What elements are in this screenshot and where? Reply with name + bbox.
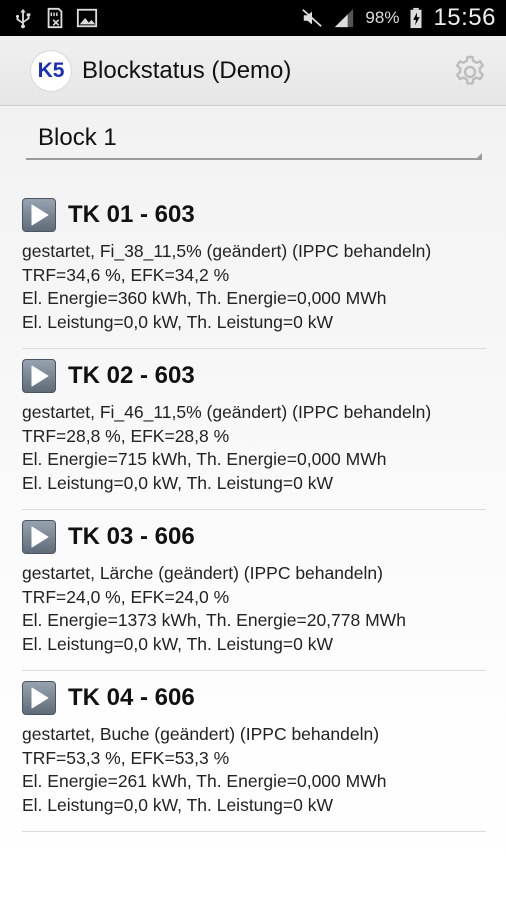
block-header: TK 04 - 606 (22, 681, 195, 715)
block-power-line: El. Leistung=0,0 kW, Th. Leistung=0 kW (22, 311, 333, 332)
block-status-line: gestartet, Fi_46_11,5% (geändert) (IPPC … (22, 402, 432, 422)
list-item[interactable]: TK 03 - 606 gestartet, Lärche (geändert)… (22, 510, 486, 671)
block-header: TK 01 - 603 (22, 198, 195, 232)
usb-icon (12, 7, 34, 29)
block-power-line: El. Leistung=0,0 kW, Th. Leistung=0 kW (22, 472, 333, 493)
block-energy-line: El. Energie=360 kWh, Th. Energie=0,000 M… (22, 288, 387, 308)
block-details: gestartet, Fi_46_11,5% (geändert) (IPPC … (22, 401, 431, 495)
block-details: gestartet, Fi_38_11,5% (geändert) (IPPC … (22, 240, 431, 334)
signal-icon (333, 7, 355, 29)
block-status-line: gestartet, Fi_38_11,5% (geändert) (IPPC … (22, 241, 432, 261)
battery-percentage: 98% (365, 8, 400, 27)
battery-charging-icon (409, 7, 423, 29)
gear-icon (452, 53, 488, 89)
block-power-line: El. Leistung=0,0 kW, Th. Leistung=0 kW (22, 633, 333, 654)
sd-card-icon (44, 7, 66, 29)
play-icon[interactable] (22, 520, 56, 554)
status-bar: 98% 15:56 (0, 0, 506, 36)
block-details: gestartet, Lärche (geändert) (IPPC behan… (22, 562, 406, 656)
dropdown-indicator-icon (475, 153, 482, 160)
main-content: Block 1 TK 01 - 603 gestartet, Fi_38_11,… (0, 106, 506, 900)
block-title: TK 03 - 606 (68, 523, 195, 550)
block-trf-line: TRF=28,8 %, EFK=28,8 % (22, 425, 230, 446)
block-trf-line: TRF=34,6 %, EFK=34,2 % (22, 264, 230, 285)
list-item[interactable]: TK 02 - 603 gestartet, Fi_46_11,5% (geän… (22, 349, 486, 510)
image-icon (76, 7, 98, 29)
block-select-dropdown[interactable]: Block 1 (26, 120, 482, 160)
block-power-line: El. Leistung=0,0 kW, Th. Leistung=0 kW (22, 794, 333, 815)
play-icon[interactable] (22, 198, 56, 232)
block-status-line: gestartet, Buche (geändert) (IPPC behand… (22, 724, 380, 744)
block-header: TK 02 - 603 (22, 359, 195, 393)
status-bar-notifications (12, 7, 98, 29)
block-title: TK 04 - 606 (68, 684, 195, 711)
block-trf-line: TRF=53,3 %, EFK=53,3 % (22, 747, 230, 768)
clock: 15:56 (433, 4, 496, 31)
block-title: TK 01 - 603 (68, 201, 195, 228)
page-title: Blockstatus (Demo) (82, 56, 292, 84)
play-icon[interactable] (22, 359, 56, 393)
list-item[interactable]: TK 01 - 603 gestartet, Fi_38_11,5% (geän… (22, 188, 486, 349)
app-logo[interactable]: K5 (30, 49, 72, 92)
block-trf-line: TRF=24,0 %, EFK=24,0 % (22, 586, 230, 607)
mute-icon (301, 7, 323, 29)
block-list: TK 01 - 603 gestartet, Fi_38_11,5% (geän… (22, 188, 486, 832)
block-header: TK 03 - 606 (22, 520, 195, 554)
status-bar-system: 98% 15:56 (301, 4, 496, 32)
list-item[interactable]: TK 04 - 606 gestartet, Buche (geändert) … (22, 671, 486, 832)
block-title: TK 02 - 603 (68, 362, 195, 389)
app-bar: K5 Blockstatus (Demo) (0, 36, 506, 106)
block-energy-line: El. Energie=261 kWh, Th. Energie=0,000 M… (22, 771, 387, 791)
block-energy-line: El. Energie=715 kWh, Th. Energie=0,000 M… (22, 449, 387, 469)
settings-button[interactable] (452, 53, 488, 89)
block-details: gestartet, Buche (geändert) (IPPC behand… (22, 723, 386, 817)
play-icon[interactable] (22, 681, 56, 715)
block-select-value: Block 1 (38, 124, 117, 151)
block-status-line: gestartet, Lärche (geändert) (IPPC behan… (22, 563, 383, 583)
block-energy-line: El. Energie=1373 kWh, Th. Energie=20,778… (22, 610, 406, 630)
